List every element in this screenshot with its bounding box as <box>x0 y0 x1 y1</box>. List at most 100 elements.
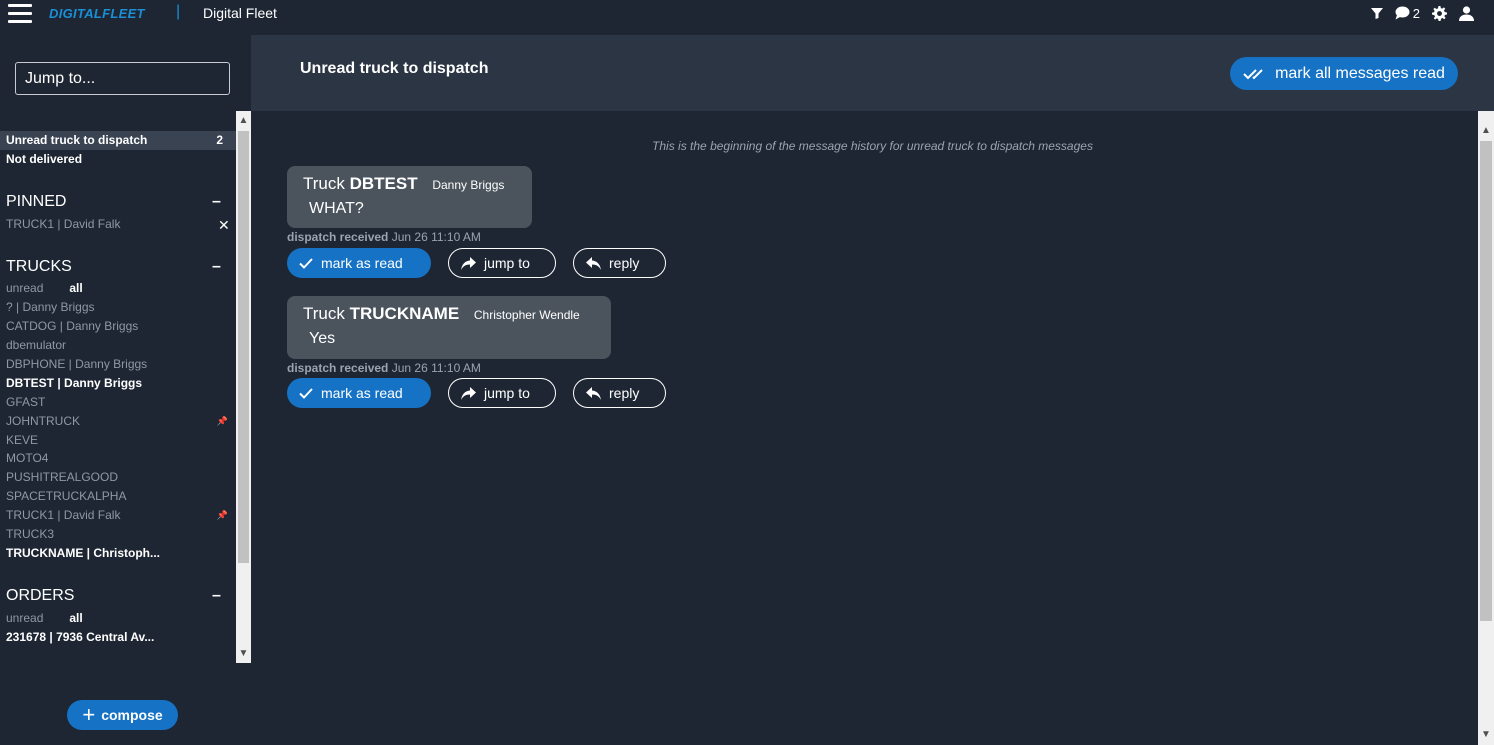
truck-item[interactable]: JOHNTRUCK 📌 <box>0 414 236 428</box>
truck-item-label: JOHNTRUCK <box>6 414 80 428</box>
reply-button[interactable]: reply <box>573 248 666 278</box>
history-note: This is the beginning of the message his… <box>652 139 1093 153</box>
sidebar-scroll-thumb[interactable] <box>238 131 249 563</box>
check-icon <box>299 387 313 399</box>
pin-icon[interactable]: 📌 <box>217 510 228 521</box>
driver-name: Christopher Wendle <box>473 308 580 322</box>
filter-icon[interactable] <box>1370 7 1383 19</box>
scroll-down-icon[interactable]: ▼ <box>1478 727 1494 742</box>
unpin-close-icon[interactable]: ✕ <box>218 217 230 234</box>
pinned-collapse-button[interactable]: – <box>212 193 221 211</box>
message-meta: dispatch received Jun 26 11:10 AM <box>287 230 481 244</box>
truck-name: DBTEST <box>349 174 418 193</box>
driver-name: Danny Briggs <box>432 178 505 192</box>
jump-to-button[interactable]: jump to <box>448 248 556 278</box>
pin-icon[interactable]: 📌 <box>217 416 228 427</box>
reply-arrow-icon <box>586 386 601 400</box>
truck-item[interactable]: TRUCK3 <box>0 527 236 541</box>
mark-as-read-button[interactable]: mark as read <box>287 378 431 408</box>
chat-bubble-icon <box>1395 6 1410 20</box>
truck-prefix: Truck <box>303 174 345 193</box>
gear-icon[interactable] <box>1432 5 1447 21</box>
sidebar-item-label: Unread truck to dispatch <box>6 133 148 147</box>
message-meta: dispatch received Jun 26 11:10 AM <box>287 361 481 375</box>
sidebar-item-unread-truck-to-dispatch[interactable]: Unread truck to dispatch 2 <box>0 131 236 150</box>
messages-button[interactable]: 2 <box>1395 6 1420 21</box>
order-item[interactable]: 231678 | 7936 Central Av... <box>0 630 236 644</box>
sidebar: Unread truck to dispatch 2 Not delivered… <box>0 35 251 745</box>
message-text: WHAT? <box>309 200 364 217</box>
scroll-up-icon[interactable]: ▲ <box>1478 123 1494 138</box>
truck-item[interactable]: DBTEST | Danny Briggs <box>0 376 236 390</box>
truck-item[interactable]: MOTO4 <box>0 451 236 465</box>
trucks-filter-all[interactable]: all <box>69 281 82 295</box>
mark-as-read-button[interactable]: mark as read <box>287 248 431 278</box>
top-icons: 2 <box>1370 4 1474 22</box>
jump-to-label: jump to <box>484 385 530 401</box>
reply-arrow-icon <box>586 256 601 270</box>
sidebar-item-not-delivered[interactable]: Not delivered <box>0 152 236 166</box>
orders-filter-all[interactable]: all <box>69 611 82 625</box>
main-scrollbar[interactable]: ▲ ▼ <box>1478 111 1494 745</box>
trucks-filter-unread[interactable]: unread <box>6 281 43 295</box>
hamburger-menu-icon[interactable] <box>8 4 32 24</box>
pinned-section-title: PINNED <box>6 193 67 210</box>
truck-item[interactable]: PUSHITREALGOOD <box>0 470 236 484</box>
reply-button[interactable]: reply <box>573 378 666 408</box>
user-icon[interactable] <box>1459 5 1474 21</box>
truck-item-label: TRUCK1 | David Falk <box>6 508 121 522</box>
double-check-icon <box>1243 68 1267 80</box>
truck-item[interactable]: TRUCKNAME | Christoph... <box>0 546 236 560</box>
reply-label: reply <box>609 255 640 271</box>
pinned-item-truck1[interactable]: TRUCK1 | David Falk <box>0 217 236 231</box>
message-time: Jun 26 11:10 AM <box>391 361 481 375</box>
scroll-up-icon[interactable]: ▲ <box>236 113 251 128</box>
scroll-down-icon[interactable]: ▼ <box>236 646 251 661</box>
forward-arrow-icon <box>461 256 476 270</box>
trucks-section-title: TRUCKS <box>6 258 72 275</box>
trucks-collapse-button[interactable]: – <box>212 258 221 276</box>
trucks-filter: unread all <box>6 281 83 295</box>
orders-filter-unread[interactable]: unread <box>6 611 43 625</box>
page-title: Unread truck to dispatch <box>300 60 489 77</box>
truck-item[interactable]: DBPHONE | Danny Briggs <box>0 357 236 371</box>
truck-item[interactable]: TRUCK1 | David Falk 📌 <box>0 508 236 522</box>
message-status: dispatch received <box>287 361 389 375</box>
truck-name: TRUCKNAME <box>349 304 460 323</box>
truck-item[interactable]: KEVE <box>0 433 236 447</box>
check-icon <box>299 257 313 269</box>
jump-to-input[interactable] <box>15 62 230 95</box>
mark-all-read-button[interactable]: mark all messages read <box>1230 57 1458 90</box>
truck-item[interactable]: CATDOG | Danny Briggs <box>0 319 236 333</box>
app-title: Digital Fleet <box>203 5 277 21</box>
message-header: Truck DBTEST Danny Briggs <box>303 174 516 194</box>
brand-logo: DIGITALFLEET <box>49 6 145 21</box>
plus-icon: + <box>82 702 96 727</box>
compose-button[interactable]: + compose <box>67 700 178 730</box>
mark-all-read-label: mark all messages read <box>1275 64 1445 82</box>
sidebar-scrollbar[interactable]: ▲ ▼ <box>236 111 251 663</box>
top-bar: DIGITALFLEET | Digital Fleet 2 <box>0 0 1494 35</box>
message-header: Truck TRUCKNAME Christopher Wendle <box>303 304 595 324</box>
message-time: Jun 26 11:10 AM <box>391 230 481 244</box>
orders-section-title: ORDERS <box>6 587 75 604</box>
message-count-badge: 2 <box>1412 5 1420 21</box>
reply-label: reply <box>609 385 640 401</box>
truck-item[interactable]: ? | Danny Briggs <box>0 300 236 314</box>
truck-prefix: Truck <box>303 304 345 323</box>
jump-to-label: jump to <box>484 255 530 271</box>
message-status: dispatch received <box>287 230 389 244</box>
truck-item[interactable]: dbemulator <box>0 338 236 352</box>
main-scroll-thumb[interactable] <box>1480 141 1492 621</box>
jump-to-button[interactable]: jump to <box>448 378 556 408</box>
truck-item[interactable]: SPACETRUCKALPHA <box>0 489 236 503</box>
brand-separator: | <box>176 3 181 20</box>
truck-item[interactable]: GFAST <box>0 395 236 409</box>
sidebar-list: Unread truck to dispatch 2 Not delivered… <box>0 111 236 663</box>
message-bubble: Truck DBTEST Danny Briggs WHAT? <box>287 166 532 228</box>
orders-collapse-button[interactable]: – <box>212 587 221 605</box>
orders-filter: unread all <box>6 611 83 625</box>
main-header: Unread truck to dispatch mark all messag… <box>251 35 1494 111</box>
message-bubble: Truck TRUCKNAME Christopher Wendle Yes <box>287 296 611 359</box>
mark-as-read-label: mark as read <box>321 385 403 401</box>
